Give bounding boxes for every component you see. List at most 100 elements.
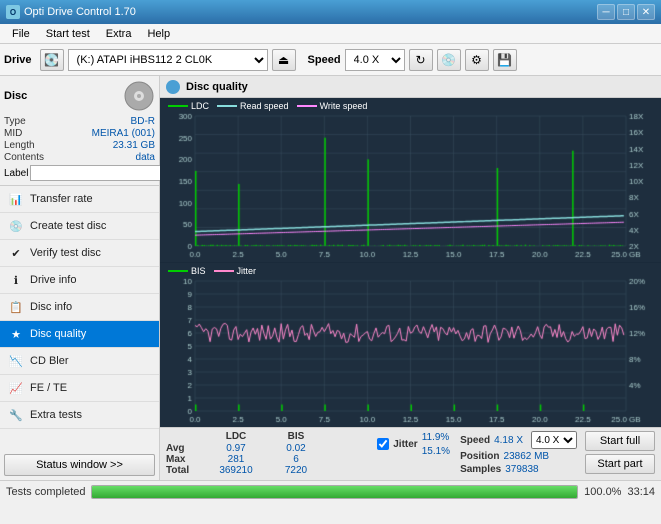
jitter-checkbox[interactable] (377, 438, 389, 450)
drive-icon-button[interactable]: 💽 (40, 49, 64, 71)
menu-extra[interactable]: Extra (98, 27, 140, 41)
sidebar-item-transfer-rate[interactable]: 📊 Transfer rate (0, 186, 159, 213)
drive-info-icon: ℹ (8, 272, 24, 288)
legend-write-speed-color (297, 105, 317, 107)
transfer-rate-icon: 📊 (8, 191, 24, 207)
speed-info: Speed 4.18 X 4.0 X Position 23862 MB Sam… (460, 431, 577, 477)
legend-write-speed-label: Write speed (320, 101, 368, 111)
chart-area: Disc quality LDC Read speed Write sp (160, 76, 661, 480)
legend-bis-color (168, 270, 188, 272)
legend-ldc-label: LDC (191, 101, 209, 111)
disc-contents-row: Contents data (4, 152, 155, 163)
save-button[interactable]: 💾 (493, 49, 517, 71)
jitter-avg-value: 11.9% (422, 432, 450, 443)
stats-total-ldc: 369210 (206, 465, 266, 476)
disc-button[interactable]: 💿 (437, 49, 461, 71)
stats-avg-row: Avg 0.97 0.02 (166, 443, 369, 454)
disc-quality-icon: ★ (8, 326, 24, 342)
sidebar-item-verify-test-disc[interactable]: ✔ Verify test disc (0, 240, 159, 267)
bottom-chart-canvas (160, 263, 661, 427)
disc-length-row: Length 23.31 GB (4, 140, 155, 151)
legend-bis-label: BIS (191, 266, 206, 276)
sidebar-item-drive-info[interactable]: ℹ Drive info (0, 267, 159, 294)
minimize-button[interactable]: ─ (597, 4, 615, 20)
legend-jitter-label: Jitter (237, 266, 257, 276)
legend-read-speed: Read speed (217, 101, 289, 111)
sidebar-item-cd-bler[interactable]: 📉 CD Bler (0, 348, 159, 375)
disc-label-input[interactable] (30, 165, 168, 181)
fe-te-icon: 📈 (8, 380, 24, 396)
speed-dropdown[interactable]: 4.0 X (531, 431, 577, 449)
chart-top: LDC Read speed Write speed (160, 98, 661, 263)
menu-file[interactable]: File (4, 27, 38, 41)
close-button[interactable]: ✕ (637, 4, 655, 20)
cd-bler-icon: 📉 (8, 353, 24, 369)
transfer-rate-label: Transfer rate (30, 193, 93, 205)
maximize-button[interactable]: □ (617, 4, 635, 20)
title-bar-left: O Opti Drive Control 1.70 (6, 5, 136, 19)
drive-label: Drive (4, 54, 32, 66)
stats-max-bis: 6 (266, 454, 326, 465)
time-text: 33:14 (627, 486, 655, 498)
samples-row: Samples 379838 (460, 464, 577, 475)
sidebar: Disc Type BD-R MID MEIRA1 (001) Length 2… (0, 76, 160, 480)
disc-quality-header: Disc quality (160, 76, 661, 98)
stats-max-ldc: 281 (206, 454, 266, 465)
stats-total-bis: 7220 (266, 465, 326, 476)
top-chart-canvas (160, 98, 661, 262)
speed-select[interactable]: 4.0 X (345, 49, 405, 71)
menu-starttest[interactable]: Start test (38, 27, 98, 41)
sidebar-item-disc-quality[interactable]: ★ Disc quality (0, 321, 159, 348)
jitter-label: Jitter (393, 439, 417, 450)
sidebar-item-create-test-disc[interactable]: 💿 Create test disc (0, 213, 159, 240)
speed-label: Speed (308, 54, 341, 66)
stats-max-label: Max (166, 454, 206, 465)
jitter-max-row: 15.1% (422, 445, 450, 457)
legend-ldc: LDC (168, 101, 209, 111)
speed-value: 4.18 X (494, 435, 523, 446)
dq-icon (166, 80, 180, 94)
sidebar-item-extra-tests[interactable]: 🔧 Extra tests (0, 402, 159, 429)
jitter-section: Jitter 11.9% 15.1% (377, 431, 450, 457)
drive-info-label: Drive info (30, 274, 76, 286)
create-test-disc-label: Create test disc (30, 220, 106, 232)
chart-bottom: BIS Jitter (160, 263, 661, 427)
chart-bottom-legend: BIS Jitter (168, 266, 256, 276)
stats-avg-label: Avg (166, 443, 206, 454)
disc-mid-label: MID (4, 128, 22, 139)
disc-contents-label: Contents (4, 152, 44, 163)
progress-text: 100.0% (584, 486, 621, 498)
sidebar-item-disc-info[interactable]: 📋 Disc info (0, 294, 159, 321)
stats-row: LDC BIS Avg 0.97 0.02 Max 281 6 Total (166, 431, 655, 477)
title-bar-controls: ─ □ ✕ (597, 4, 655, 20)
speed-key: Speed (460, 435, 490, 446)
stats-max-row: Max 281 6 (166, 454, 369, 465)
progress-bar-container (91, 485, 578, 499)
start-part-button[interactable]: Start part (585, 454, 655, 474)
settings-button[interactable]: ⚙ (465, 49, 489, 71)
refresh-button[interactable]: ↻ (409, 49, 433, 71)
disc-length-value: 23.31 GB (113, 140, 155, 151)
start-full-button[interactable]: Start full (585, 431, 655, 451)
eject-button[interactable]: ⏏ (272, 49, 296, 71)
drive-select[interactable]: (K:) ATAPI iHBS112 2 CL0K (68, 49, 268, 71)
disc-mid-value: MEIRA1 (001) (92, 128, 155, 139)
verify-test-disc-icon: ✔ (8, 245, 24, 261)
chart-top-legend: LDC Read speed Write speed (168, 101, 367, 111)
status-text: Tests completed (6, 486, 85, 498)
action-buttons: Start full Start part (585, 431, 655, 474)
cd-bler-label: CD Bler (30, 355, 69, 367)
sidebar-item-fe-te[interactable]: 📈 FE / TE (0, 375, 159, 402)
dq-title: Disc quality (186, 81, 248, 93)
speed-row: Speed 4.18 X 4.0 X (460, 431, 577, 449)
status-window-button[interactable]: Status window >> (4, 454, 155, 476)
legend-jitter: Jitter (214, 266, 257, 276)
toolbar: Drive 💽 (K:) ATAPI iHBS112 2 CL0K ⏏ Spee… (0, 44, 661, 76)
stats-col-ldc: LDC (206, 431, 266, 442)
charts-container: LDC Read speed Write speed (160, 98, 661, 427)
menu-help[interactable]: Help (139, 27, 178, 41)
samples-value: 379838 (505, 464, 538, 475)
stats-table: LDC BIS Avg 0.97 0.02 Max 281 6 Total (166, 431, 369, 476)
disc-mid-row: MID MEIRA1 (001) (4, 128, 155, 139)
disc-length-label: Length (4, 140, 35, 151)
